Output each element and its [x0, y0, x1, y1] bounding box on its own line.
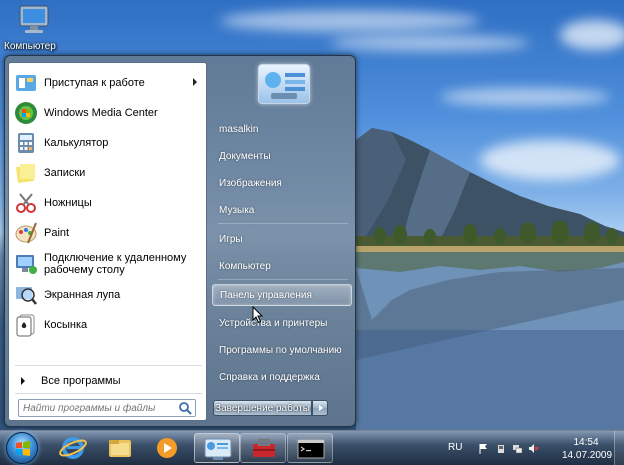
- start-menu: Приступая к работе Windows Media Center …: [4, 55, 356, 427]
- program-solitaire[interactable]: Косынка: [11, 311, 204, 339]
- clock-date: 14.07.2009: [562, 450, 613, 461]
- taskbar: RU 14:54 14.07.2009: [0, 430, 624, 465]
- program-getting-started[interactable]: Приступая к работе: [11, 69, 204, 97]
- separator: [218, 223, 348, 224]
- taskbar-command-prompt[interactable]: [287, 433, 333, 463]
- program-label: Ножницы: [44, 197, 92, 209]
- remote-desktop-icon: [16, 255, 37, 274]
- mouse-cursor-icon: [252, 306, 264, 324]
- place-documents[interactable]: Документы: [212, 145, 352, 167]
- place-label: Музыка: [219, 204, 255, 216]
- taskbar-toolbox[interactable]: [240, 433, 286, 463]
- magnifier-icon: [16, 287, 37, 305]
- network-icon[interactable]: [512, 443, 523, 454]
- place-label: Панель управления: [220, 289, 312, 301]
- shutdown-button[interactable]: Завершение работы: [213, 400, 312, 416]
- place-label: Компьютер: [219, 260, 271, 272]
- search-input[interactable]: [19, 402, 177, 414]
- desktop-icon-label: Компьютер: [4, 41, 56, 52]
- language-indicator[interactable]: RU: [448, 442, 462, 453]
- program-magnifier[interactable]: Экранная лупа: [11, 281, 204, 309]
- place-control-panel[interactable]: Панель управления: [212, 284, 352, 306]
- place-label: Документы: [219, 150, 271, 162]
- place-user-folder[interactable]: masalkin: [212, 118, 352, 140]
- solitaire-icon: [16, 314, 35, 337]
- clock-time: 14:54: [573, 437, 599, 448]
- toolbox-icon: [253, 439, 275, 457]
- taskbar-control-panel[interactable]: [194, 433, 240, 463]
- control-panel-icon: [204, 438, 232, 460]
- start-button[interactable]: [6, 432, 38, 464]
- place-help-support[interactable]: Справка и поддержка: [212, 366, 352, 388]
- places-pane: masalkin Документы Изображения Музыка Иг…: [210, 56, 356, 428]
- place-label: Игры: [219, 233, 243, 245]
- taskbar-explorer[interactable]: [97, 433, 143, 463]
- action-center-flag-icon[interactable]: [478, 443, 489, 454]
- desktop-icon-computer[interactable]: Компьютер: [4, 4, 64, 52]
- all-programs-button[interactable]: Все программы: [15, 371, 202, 391]
- all-programs-label: Все программы: [41, 375, 121, 387]
- media-center-icon: [15, 102, 37, 124]
- program-sticky-notes[interactable]: Записки: [11, 159, 204, 187]
- explorer-icon: [109, 440, 131, 457]
- program-label: Подключение к удаленному рабочему столу: [44, 252, 187, 276]
- show-desktop-button[interactable]: [614, 431, 624, 465]
- taskbar-media-player[interactable]: [144, 433, 190, 463]
- program-label: Экранная лупа: [44, 289, 121, 301]
- place-games[interactable]: Игры: [212, 228, 352, 250]
- clock[interactable]: 14:54 14.07.2009: [562, 436, 613, 462]
- submenu-arrow-icon: [193, 78, 197, 86]
- control-panel-icon: [265, 72, 305, 99]
- windows-logo-icon: [16, 441, 30, 456]
- device-icon[interactable]: [496, 443, 507, 454]
- program-snipping-tool[interactable]: Ножницы: [11, 189, 204, 217]
- separator: [218, 279, 348, 280]
- program-calculator[interactable]: Калькулятор: [11, 129, 204, 157]
- separator: [15, 393, 202, 394]
- program-label: Приступая к работе: [44, 77, 145, 89]
- taskbar-internet-explorer[interactable]: [50, 433, 96, 463]
- program-remote-desktop[interactable]: Подключение к удаленному рабочему столу: [11, 249, 204, 279]
- expand-arrow-icon: [21, 377, 25, 385]
- program-paint[interactable]: Paint: [11, 219, 204, 247]
- user-picture[interactable]: [258, 64, 310, 104]
- program-label: Косынка: [44, 319, 88, 331]
- place-label: Программы по умолчанию: [219, 344, 342, 356]
- search-box: [18, 399, 196, 417]
- programs-pane: Приступая к работе Windows Media Center …: [8, 62, 207, 421]
- place-label: masalkin: [219, 123, 259, 135]
- search-icon[interactable]: [177, 400, 193, 416]
- place-devices-printers[interactable]: Устройства и принтеры: [212, 312, 352, 334]
- place-music[interactable]: Музыка: [212, 199, 352, 221]
- system-tray: RU 14:54 14.07.2009: [434, 431, 624, 465]
- volume-muted-icon[interactable]: [528, 443, 539, 454]
- place-label: Устройства и принтеры: [219, 317, 328, 329]
- place-computer[interactable]: Компьютер: [212, 255, 352, 277]
- snipping-tool-icon: [16, 193, 36, 213]
- program-label: Записки: [44, 167, 86, 179]
- place-pictures[interactable]: Изображения: [212, 172, 352, 194]
- program-label: Paint: [44, 227, 70, 239]
- getting-started-icon: [16, 75, 36, 91]
- separator: [15, 365, 202, 366]
- calculator-icon: [18, 133, 34, 153]
- program-label: Калькулятор: [44, 137, 109, 149]
- shutdown-options-button[interactable]: [312, 400, 328, 416]
- internet-explorer-icon: [59, 437, 87, 459]
- program-label: Windows Media Center: [44, 107, 158, 119]
- shutdown-label: Завершение работы: [215, 402, 310, 414]
- computer-icon: [19, 5, 49, 33]
- place-default-programs[interactable]: Программы по умолчанию: [212, 339, 352, 361]
- program-media-center[interactable]: Windows Media Center: [11, 99, 204, 127]
- cmd-icon: [297, 439, 325, 459]
- paint-icon: [15, 222, 37, 244]
- place-label: Изображения: [219, 177, 282, 189]
- media-player-icon: [157, 438, 177, 458]
- sticky-notes-icon: [15, 164, 35, 184]
- place-label: Справка и поддержка: [219, 371, 320, 383]
